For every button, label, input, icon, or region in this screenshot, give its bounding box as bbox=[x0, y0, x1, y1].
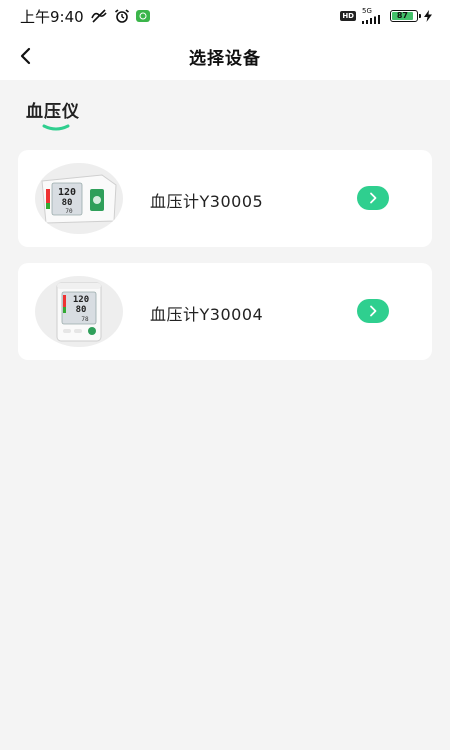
device-image: 120 80 78 bbox=[35, 276, 123, 347]
status-time: 上午9:40 bbox=[20, 7, 84, 26]
section-underline-accent bbox=[42, 124, 70, 131]
wechat-icon bbox=[135, 10, 150, 22]
chevron-right-icon bbox=[368, 305, 378, 317]
battery-icon: 87 bbox=[390, 10, 421, 22]
charging-icon bbox=[424, 10, 432, 22]
svg-text:70: 70 bbox=[65, 208, 73, 215]
svg-text:78: 78 bbox=[81, 316, 89, 323]
device-image: 120 80 70 bbox=[35, 163, 123, 234]
battery-level: 87 bbox=[392, 12, 413, 20]
section-title: 血压仪 bbox=[26, 102, 80, 122]
network-label: 5G bbox=[362, 7, 372, 15]
nav-bar: 选择设备 bbox=[0, 32, 450, 80]
go-button[interactable] bbox=[357, 186, 389, 210]
chevron-right-icon bbox=[368, 192, 378, 204]
status-bar-left: 上午9:40 bbox=[20, 6, 150, 27]
page-title: 选择设备 bbox=[189, 48, 261, 69]
svg-text:80: 80 bbox=[62, 198, 73, 208]
device-card[interactable]: 120 80 78 血压计Y30004 bbox=[18, 263, 432, 360]
svg-text:120: 120 bbox=[73, 295, 89, 305]
mute-icon bbox=[90, 9, 108, 23]
status-bar-right: HD 5G 87 bbox=[340, 8, 432, 24]
chevron-left-icon bbox=[19, 47, 33, 65]
signal-icon: 5G bbox=[362, 8, 384, 24]
device-card[interactable]: 120 80 70 血压计Y30005 bbox=[18, 150, 432, 247]
status-bar: 上午9:40 HD 5G 87 bbox=[0, 0, 450, 32]
device-name: 血压计Y30005 bbox=[150, 192, 264, 211]
svg-text:120: 120 bbox=[58, 187, 76, 198]
hd-badge: HD bbox=[340, 11, 356, 21]
alarm-icon bbox=[114, 9, 130, 23]
back-button[interactable] bbox=[10, 40, 42, 72]
svg-text:80: 80 bbox=[76, 305, 87, 315]
go-button[interactable] bbox=[357, 299, 389, 323]
device-name: 血压计Y30004 bbox=[150, 305, 264, 324]
